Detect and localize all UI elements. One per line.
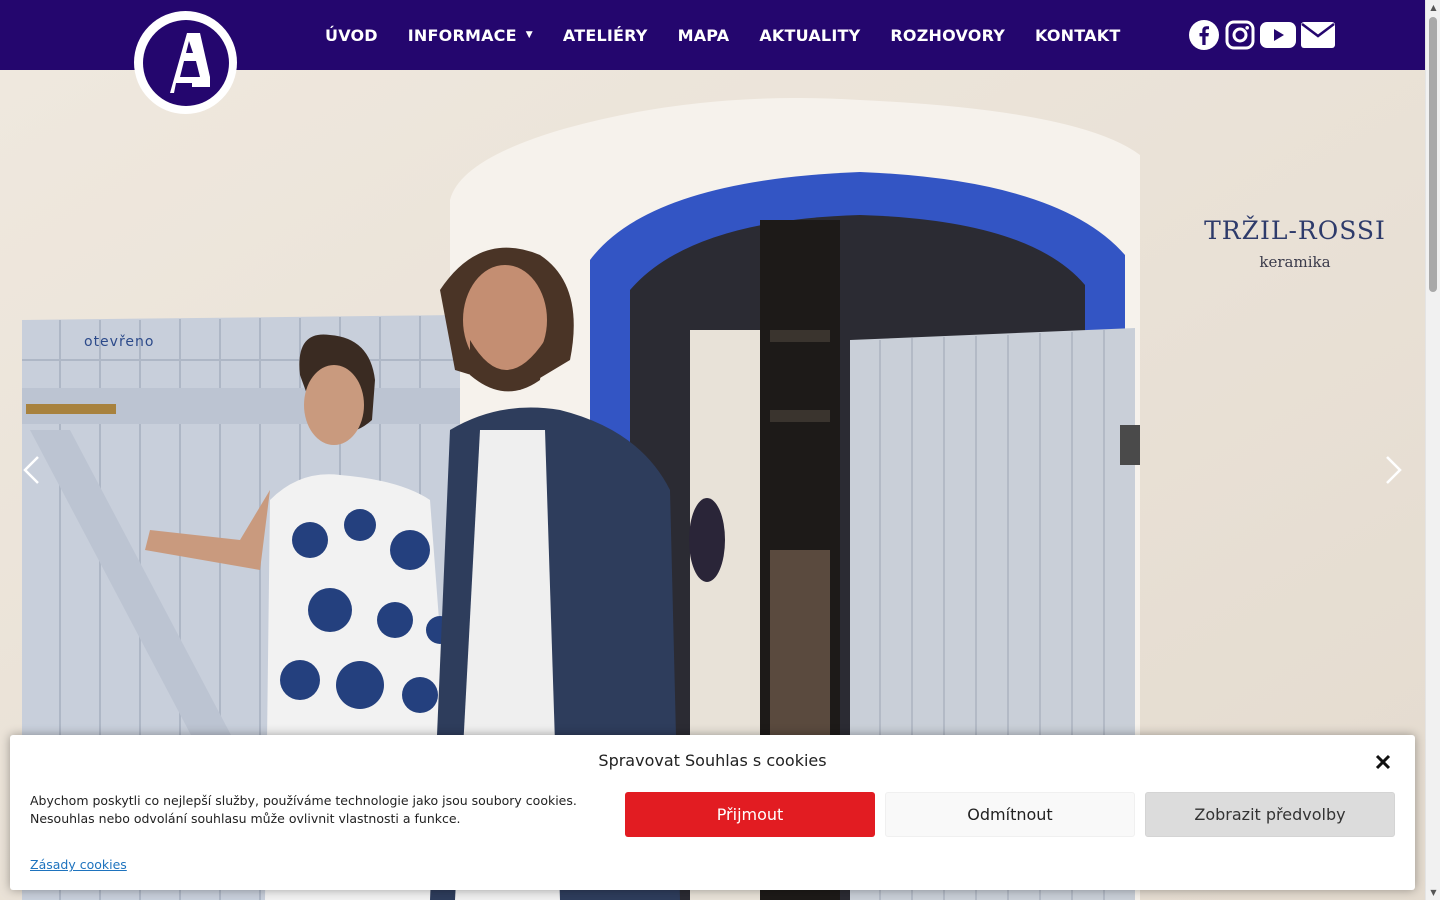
nav-item-uvod[interactable]: ÚVOD [310, 26, 393, 45]
nav-item-ateliery[interactable]: ATELIÉRY [548, 26, 663, 45]
cookie-policy-link[interactable]: Zásady cookies [30, 857, 127, 872]
youtube-icon[interactable] [1259, 18, 1297, 52]
facebook-icon[interactable] [1187, 18, 1221, 52]
accept-button[interactable]: Přijmout [625, 792, 875, 837]
cookie-title: Spravovat Souhlas s cookies [598, 751, 827, 770]
deny-button[interactable]: Odmítnout [885, 792, 1135, 837]
nav-label: ROZHOVORY [890, 25, 1005, 45]
door-sign: otevřeno [84, 334, 155, 350]
instagram-icon[interactable] [1223, 18, 1257, 52]
nav-label: MAPA [677, 25, 730, 45]
scrollbar-thumb[interactable] [1429, 17, 1437, 292]
nav-item-informace[interactable]: INFORMACE ▼ [393, 26, 548, 45]
nav-label: KONTAKT [1035, 25, 1121, 45]
cookie-banner: Spravovat Souhlas s cookies Abychom posk… [10, 735, 1415, 890]
nav-label: AKTUALITY [759, 25, 861, 45]
nav-item-kontakt[interactable]: KONTAKT [1020, 26, 1135, 45]
nav-label: ÚVOD [325, 25, 378, 45]
chevron-right-icon[interactable] [1379, 450, 1409, 490]
social-links [1187, 18, 1339, 52]
circle-a-logo-icon[interactable] [134, 11, 237, 114]
page-scrollbar[interactable]: ▲ ▼ [1425, 0, 1440, 900]
nav-label: ATELIÉRY [562, 25, 648, 45]
scroll-down-icon[interactable]: ▼ [1426, 885, 1440, 900]
shop-sign: TRŽIL-ROSSI keramika [1180, 216, 1410, 271]
nav-item-aktuality[interactable]: AKTUALITY [744, 26, 875, 45]
envelope-icon[interactable] [1299, 18, 1337, 52]
nav-item-rozhovory[interactable]: ROZHOVORY [875, 26, 1020, 45]
nav-label: INFORMACE [407, 25, 517, 45]
main-nav: ÚVOD INFORMACE ▼ ATELIÉRY MAPA AKTUALITY … [310, 0, 1135, 70]
caret-down-icon: ▼ [525, 30, 533, 40]
cookie-text: Abychom poskytli co nejlepší služby, pou… [30, 793, 577, 826]
chevron-left-icon[interactable] [16, 450, 46, 490]
scroll-up-icon[interactable]: ▲ [1426, 0, 1440, 15]
nav-item-mapa[interactable]: MAPA [663, 26, 745, 45]
shop-sign-name: TRŽIL-ROSSI [1204, 216, 1386, 245]
close-icon[interactable] [1372, 751, 1394, 773]
preferences-button[interactable]: Zobrazit předvolby [1145, 792, 1395, 837]
shop-sign-sub: keramika [1259, 253, 1331, 271]
